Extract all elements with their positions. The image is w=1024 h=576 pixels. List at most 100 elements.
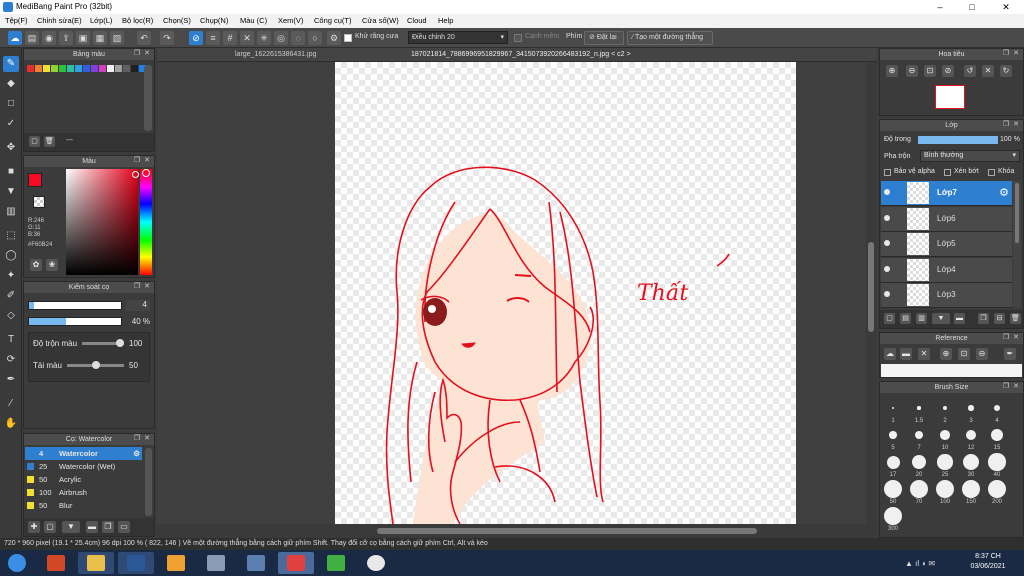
layer-row[interactable]: Lớp6 <box>881 206 1012 232</box>
brush-opacity-slider[interactable] <box>28 317 122 326</box>
shape-tool-icon[interactable]: ■ <box>3 164 19 180</box>
color-swatch[interactable] <box>131 65 138 72</box>
mix-slider[interactable] <box>82 339 124 347</box>
brush-size-dot[interactable] <box>988 453 1006 471</box>
close-icon[interactable]: ✕ <box>143 283 151 291</box>
new-halftone-icon[interactable]: ▤ <box>900 313 911 324</box>
brush-size-dot[interactable] <box>914 430 924 440</box>
reference-view[interactable] <box>881 364 1022 377</box>
restore-icon[interactable]: ❐ <box>1002 334 1010 342</box>
brush-size-dot[interactable] <box>892 407 894 409</box>
brush-size-dot[interactable] <box>988 480 1006 498</box>
menu-filter[interactable]: Bộ lọc(R) <box>122 16 153 25</box>
delete-layer-icon[interactable]: 🗑 <box>1010 313 1021 324</box>
minimize-button[interactable]: – <box>928 0 952 14</box>
color-swatch[interactable] <box>99 65 106 72</box>
brush-item[interactable]: 100 Airbrush <box>25 486 142 499</box>
folder-icon[interactable]: ▬ <box>900 348 912 360</box>
lasso-tool-icon[interactable]: ◯ <box>3 248 19 264</box>
redo-icon[interactable]: ↷ <box>160 31 174 45</box>
restore-icon[interactable]: ❐ <box>133 50 141 58</box>
close-icon[interactable]: ✕ <box>1012 50 1020 58</box>
snap-off-icon[interactable]: ⊘ <box>189 31 203 45</box>
clipping-checkbox[interactable] <box>944 169 951 176</box>
add-swatch-icon[interactable]: ▢ <box>29 136 40 147</box>
swatch-scrollbar[interactable] <box>144 65 152 131</box>
reload-slider[interactable] <box>67 361 124 369</box>
taskbar-chrome[interactable] <box>358 552 394 574</box>
actual-size-icon[interactable]: ⊘ <box>942 65 954 77</box>
restore-icon[interactable]: ❐ <box>133 283 141 291</box>
brush-size-slider[interactable] <box>28 301 122 310</box>
brush-size-value[interactable]: 4 <box>126 300 150 311</box>
scroll-thumb[interactable] <box>377 528 757 534</box>
gradient-tool-icon[interactable]: ▥ <box>3 204 19 220</box>
scroll-thumb[interactable] <box>868 242 874 332</box>
layer-row[interactable]: Lớp5 <box>881 232 1012 257</box>
clock-date[interactable]: 03/06/2021 <box>966 563 1010 570</box>
layers-icon[interactable]: ▧ <box>110 31 124 45</box>
color-swatch[interactable] <box>35 65 42 72</box>
soft-edge-checkbox[interactable] <box>514 34 522 42</box>
brush-tool-icon[interactable]: ✎ <box>3 56 19 72</box>
canvas-horizontal-scrollbar[interactable] <box>157 524 877 538</box>
layer-row[interactable]: Lớp3 <box>881 283 1012 308</box>
dot-tool-icon[interactable]: □ <box>3 96 19 112</box>
image-icon[interactable]: ▣ <box>76 31 90 45</box>
hue-slider[interactable] <box>140 169 152 275</box>
brush-folder-icon[interactable]: ▬ <box>86 521 98 533</box>
parallel-snap-icon[interactable]: ≡ <box>206 31 220 45</box>
cloud-icon[interactable]: ☁ <box>8 31 22 45</box>
protect-alpha-checkbox[interactable] <box>884 169 891 176</box>
scroll-thumb[interactable] <box>1015 183 1019 243</box>
brush-size-dot[interactable] <box>911 454 927 470</box>
visibility-eye-icon[interactable] <box>884 214 890 221</box>
gear-icon[interactable]: ⚙ <box>999 186 1009 199</box>
color-swatch[interactable] <box>27 65 34 72</box>
curve-snap-icon[interactable]: ◌ <box>291 31 305 45</box>
blend-select[interactable]: Bình thường ▾ <box>920 150 1020 162</box>
taskbar-powerpoint[interactable] <box>38 552 74 574</box>
comment-icon[interactable]: ◉ <box>42 31 56 45</box>
saturation-value-picker[interactable] <box>66 169 138 275</box>
reset-view-icon[interactable]: ✕ <box>982 65 994 77</box>
close-icon[interactable]: ✕ <box>1012 121 1020 129</box>
zoom-out-icon[interactable]: ⊖ <box>906 65 918 77</box>
cross-snap-icon[interactable]: ✕ <box>240 31 254 45</box>
select-tool-icon[interactable]: ⬚ <box>3 228 19 244</box>
taskbar-word[interactable] <box>118 552 154 574</box>
zoom-out-icon[interactable]: ⊖ <box>976 348 988 360</box>
zoom-in-icon[interactable]: ⊕ <box>886 65 898 77</box>
primary-color[interactable] <box>28 173 42 187</box>
start-icon[interactable] <box>8 554 26 572</box>
menu-snap[interactable]: Chụp(N) <box>200 16 228 25</box>
drawing-canvas[interactable]: Thất <box>335 62 796 524</box>
close-icon[interactable]: ✕ <box>1012 383 1020 391</box>
eraser-tool-icon[interactable]: ◆ <box>3 76 19 92</box>
select-eraser-icon[interactable]: ◇ <box>3 308 19 324</box>
color-swatch[interactable] <box>67 65 74 72</box>
reset-button[interactable]: ⊘ Đặt lại <box>584 31 624 45</box>
color-swatch[interactable] <box>83 65 90 72</box>
brush-size-dot[interactable] <box>991 429 1003 441</box>
brush-list-scrollbar[interactable] <box>145 448 152 516</box>
menu-window[interactable]: Cửa sổ(W) <box>362 16 399 25</box>
menu-help[interactable]: Help <box>438 16 453 25</box>
duplicate-layer-icon[interactable]: ❐ <box>978 313 989 324</box>
move-tool-icon[interactable]: ✥ <box>3 140 19 156</box>
menu-file[interactable]: Tệp(F) <box>5 16 28 25</box>
undo-icon[interactable]: ↶ <box>137 31 151 45</box>
color-swatch[interactable] <box>123 65 130 72</box>
brush-item[interactable]: 4 Watercolor ⚙ <box>25 447 142 460</box>
picker-cursor[interactable] <box>132 171 139 178</box>
select-pen-icon[interactable]: ✐ <box>3 288 19 304</box>
tray-icons[interactable]: ▲ ıl ◖ ✉ <box>905 559 935 568</box>
brush-item[interactable]: 50 Acrylic <box>25 473 142 486</box>
fit-icon[interactable]: ⊡ <box>924 65 936 77</box>
restore-icon[interactable]: ❐ <box>1002 50 1010 58</box>
menu-edit[interactable]: Chỉnh sửa(E) <box>37 16 82 25</box>
taskbar-explorer[interactable] <box>78 552 114 574</box>
brush-size-dot[interactable] <box>962 453 980 471</box>
maximize-button[interactable]: □ <box>960 0 984 14</box>
magic-wand-icon[interactable]: ✦ <box>3 268 19 284</box>
